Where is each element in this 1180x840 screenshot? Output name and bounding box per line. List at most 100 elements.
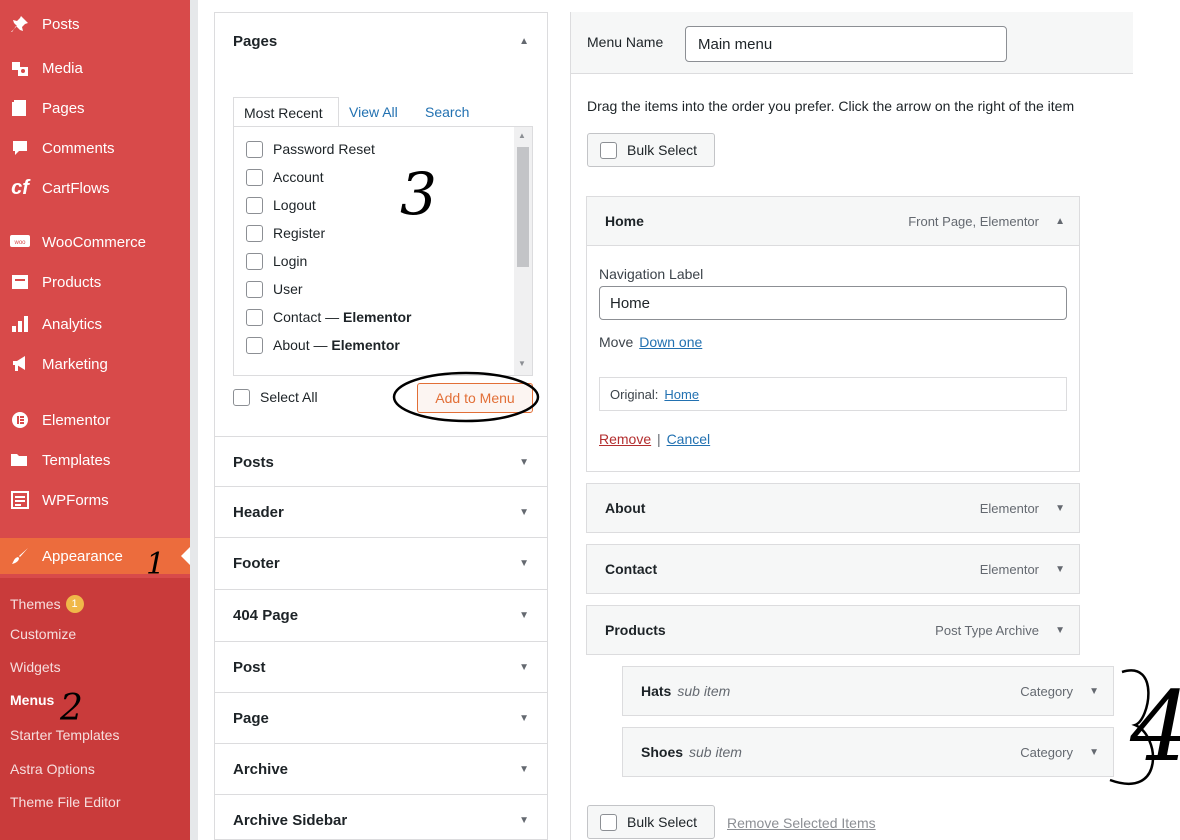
remove-selected-items-link[interactable]: Remove Selected Items <box>727 815 876 831</box>
submenu-item-themes[interactable]: Themes 1 <box>10 592 84 616</box>
scroll-up-icon[interactable]: ▲ <box>518 131 526 140</box>
cartflows-icon: cf <box>11 176 29 199</box>
header-section-header[interactable]: Header ▼ <box>215 486 547 538</box>
menu-item-contact[interactable]: Contact Elementor ▼ <box>586 544 1080 594</box>
bulk-select-button-bottom[interactable]: Bulk Select <box>587 805 715 839</box>
tab-view-all[interactable]: View All <box>349 97 398 127</box>
footer-section-header[interactable]: Footer ▼ <box>215 537 547 589</box>
expand-arrow-icon[interactable]: ▼ <box>1055 503 1065 514</box>
page-checkbox-row[interactable]: Account <box>246 165 324 189</box>
menu-name-label: Menu Name <box>587 34 664 50</box>
submenu-item-label: Themes <box>10 596 61 612</box>
expand-arrow-icon[interactable]: ▼ <box>1089 747 1099 758</box>
page-checkbox-row[interactable]: Register <box>246 221 325 245</box>
sidebar-item-appearance[interactable]: Appearance <box>0 538 190 574</box>
pages-section-header[interactable]: Pages ▲ <box>215 13 547 69</box>
tab-most-recent[interactable]: Most Recent <box>233 97 339 127</box>
posts-section-header[interactable]: Posts ▼ <box>215 436 547 488</box>
sidebar-item-templates[interactable]: Templates <box>0 442 190 478</box>
collapse-arrow-icon[interactable]: ▲ <box>1055 216 1065 227</box>
menu-item-hats[interactable]: Hats sub item Category ▼ <box>622 666 1114 716</box>
checkbox[interactable] <box>246 196 263 214</box>
page-checkbox-row[interactable]: User <box>246 277 303 301</box>
checkbox[interactable] <box>600 141 617 159</box>
svg-text:woo: woo <box>13 240 26 246</box>
submenu-item-widgets[interactable]: Widgets <box>10 655 61 679</box>
checkbox[interactable] <box>246 280 263 298</box>
navigation-label-input[interactable] <box>599 286 1067 320</box>
move-down-one-link[interactable]: Down one <box>639 334 702 350</box>
remove-link[interactable]: Remove <box>599 431 651 447</box>
menu-item-type: Elementor <box>979 561 1039 577</box>
sidebar-item-posts[interactable]: Posts <box>0 6 190 42</box>
archive-sidebar-section-header[interactable]: Archive Sidebar ▼ <box>215 794 547 840</box>
expand-arrow-icon[interactable]: ▼ <box>1089 686 1099 697</box>
post-section-header[interactable]: Post ▼ <box>215 641 547 693</box>
submenu-item-customize[interactable]: Customize <box>10 622 76 646</box>
sidebar-item-pages[interactable]: Pages <box>0 90 190 126</box>
menu-item-title: Products <box>605 622 666 638</box>
menu-item-title: About <box>605 500 646 516</box>
sidebar-item-woocommerce[interactable]: woo WooCommerce <box>0 224 190 260</box>
page-checkbox-row[interactable]: About — Elementor <box>246 333 400 357</box>
sidebar-item-elementor[interactable]: Elementor <box>0 402 190 438</box>
checkbox[interactable] <box>246 308 263 326</box>
menu-name-input[interactable] <box>685 26 1007 62</box>
menu-item-title: Contact <box>605 561 658 577</box>
products-icon <box>8 272 32 292</box>
sidebar-item-media[interactable]: Media <box>0 50 190 86</box>
page-checkbox-row[interactable]: Contact — Elementor <box>246 305 412 329</box>
submenu-item-theme-file-editor[interactable]: Theme File Editor <box>10 790 120 814</box>
move-row: Move Down one <box>599 334 702 350</box>
page-builder-suffix: Elementor <box>343 309 412 325</box>
sidebar-item-wpforms[interactable]: WPForms <box>0 482 190 518</box>
menu-item-title: Shoes <box>641 744 684 760</box>
menu-item-shoes[interactable]: Shoes sub item Category ▼ <box>622 727 1114 777</box>
annotation-step-4: 4 <box>1129 671 1180 783</box>
sidebar-item-marketing[interactable]: Marketing <box>0 346 190 382</box>
section-title: Page <box>233 710 269 727</box>
section-title: Posts <box>233 454 274 471</box>
scroll-down-icon[interactable]: ▼ <box>518 359 526 368</box>
page-checkbox-row[interactable]: Login <box>246 249 307 273</box>
wpforms-icon <box>8 490 32 510</box>
content-gutter <box>190 0 198 840</box>
section-title: Footer <box>233 555 280 572</box>
expand-arrow-icon[interactable]: ▼ <box>1055 625 1065 636</box>
menu-item-about[interactable]: About Elementor ▼ <box>586 483 1080 533</box>
sidebar-item-comments[interactable]: Comments <box>0 130 190 166</box>
page-checkbox-row[interactable]: Password Reset <box>246 137 375 161</box>
checkbox[interactable] <box>600 813 617 831</box>
submenu-item-starter-templates[interactable]: Starter Templates <box>10 723 119 747</box>
submenu-item-astra-options[interactable]: Astra Options <box>10 757 95 781</box>
tab-search[interactable]: Search <box>425 97 469 127</box>
paintbrush-icon <box>8 546 32 566</box>
submenu-item-menus[interactable]: Menus <box>10 688 54 712</box>
checkbox[interactable] <box>246 140 263 158</box>
select-all-checkbox[interactable]: Select All <box>233 385 318 409</box>
menu-item-home[interactable]: Home Front Page, Elementor ▲ <box>586 196 1080 246</box>
add-to-menu-button[interactable]: Add to Menu <box>417 383 533 413</box>
checkbox[interactable] <box>246 336 263 354</box>
sidebar-item-label: WooCommerce <box>42 233 146 251</box>
checkbox[interactable] <box>246 224 263 242</box>
page-section-header[interactable]: Page ▼ <box>215 692 547 744</box>
menu-item-products[interactable]: Products Post Type Archive ▼ <box>586 605 1080 655</box>
sidebar-item-products[interactable]: Products <box>0 264 190 300</box>
scrollbar-thumb[interactable] <box>517 147 529 267</box>
checkbox[interactable] <box>246 252 263 270</box>
archive-section-header[interactable]: Archive ▼ <box>215 743 547 795</box>
checkbox[interactable] <box>246 168 263 186</box>
expand-arrow-icon[interactable]: ▼ <box>1055 564 1065 575</box>
page-checkbox-row[interactable]: Logout <box>246 193 316 217</box>
sidebar-item-cartflows[interactable]: cf CartFlows <box>0 170 190 206</box>
cancel-link[interactable]: Cancel <box>667 431 711 447</box>
bulk-select-button[interactable]: Bulk Select <box>587 133 715 167</box>
original-page-link[interactable]: Home <box>664 387 699 402</box>
scrollbar[interactable]: ▲ ▼ <box>514 127 532 375</box>
404-page-section-header[interactable]: 404 Page ▼ <box>215 589 547 641</box>
section-title: Pages <box>233 32 278 50</box>
sidebar-item-label: CartFlows <box>42 179 110 197</box>
checkbox[interactable] <box>233 388 250 406</box>
sidebar-item-analytics[interactable]: Analytics <box>0 306 190 342</box>
